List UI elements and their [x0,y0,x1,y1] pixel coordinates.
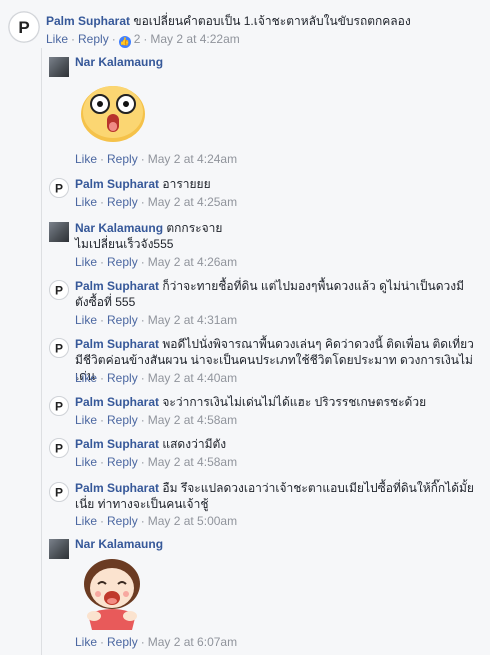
like-link[interactable]: Like [75,255,97,269]
timestamp[interactable]: May 2 at 4:31am [148,313,237,327]
svg-text:P: P [55,400,63,414]
svg-text:P: P [55,182,63,196]
reply-comment: Nar Kalamaung Like · Reply · May 2 at 6:07am [0,534,490,655]
nar-avatar-icon[interactable] [49,539,69,559]
comment-text: จะว่าการเงินไม่เด่นไม่ได้แฮะ ปริวรรชเกษต… [162,395,427,409]
svg-text:P: P [55,442,63,456]
comment-author[interactable]: Palm Supharat [75,437,159,451]
reply-comment: P Palm Supharat จะว่าการเงินไม่เด่นไม่ได… [0,390,490,430]
reply-link[interactable]: Reply [107,635,138,649]
svg-text:P: P [18,18,29,37]
palm-avatar-icon[interactable]: P [49,178,69,198]
comment-author[interactable]: Palm Supharat [75,481,159,495]
reply-comment: P Palm Supharat พอดีไปนั่งพิจารณาพื้นดวง… [0,332,490,386]
nar-avatar-icon[interactable] [49,222,69,242]
comment-text: อืม รึจะแปลดวงเอาว่าเจ้าชะตาแอบเมียไปซื้… [162,481,474,495]
timestamp[interactable]: May 2 at 4:40am [148,371,237,385]
timestamp[interactable]: May 2 at 4:24am [148,152,237,166]
timestamp[interactable]: May 2 at 4:25am [148,195,237,209]
comment-author[interactable]: Nar Kalamaung [75,221,163,235]
comment-author[interactable]: Nar Kalamaung [75,537,163,551]
laughing-girl-sticker [76,556,148,632]
timestamp[interactable]: May 2 at 4:22am [150,32,239,46]
like-link[interactable]: Like [46,32,68,46]
comment-text-line2: ตังซื้อที่ 555 [75,295,136,309]
like-link[interactable]: Like [75,313,97,327]
reply-link[interactable]: Reply [107,413,138,427]
palm-avatar-icon[interactable]: P [49,338,69,358]
comment-author[interactable]: Palm Supharat [75,395,159,409]
svg-text:P: P [55,342,63,356]
surprised-emoji-sticker [78,78,148,144]
comment-text-line2: เนี่ย ท่าทางจะเป็นคนเจ้าชู้ [75,497,209,511]
reply-link[interactable]: Reply [107,313,138,327]
palm-avatar-icon[interactable]: P [49,396,69,416]
comment-text: ขอเปลี่ยนคำตอบเป็น 1.เจ้าชะตาหลับในขับรถ… [133,14,411,28]
palm-avatar-icon[interactable]: P [49,280,69,300]
timestamp[interactable]: May 2 at 5:00am [148,514,237,528]
palm-avatar-icon[interactable]: P [49,438,69,458]
reply-comment: P Palm Supharat อารายยย Like · Reply · May 2… [0,172,490,212]
comment-text: แสดงว่ามีตัง [162,437,227,451]
reply-link[interactable]: Reply [107,255,138,269]
comment-text: อารายยย [162,177,211,191]
reply-link[interactable]: Reply [78,32,109,46]
reply-comment: Nar Kalamaung Like · Reply · May 2 at 4:24am [0,52,490,170]
like-link[interactable]: Like [75,371,97,385]
comment-author[interactable]: Palm Supharat [75,177,159,191]
comment-author[interactable]: Palm Supharat [46,14,130,28]
nar-avatar-icon[interactable] [49,57,69,77]
comment-top-level: P Palm Supharat ขอเปลี่ยนคำตอบเป็น 1.เจ้… [0,0,490,50]
like-link[interactable]: Like [75,514,97,528]
svg-text:P: P [55,486,63,500]
comment-author[interactable]: Palm Supharat [75,279,159,293]
reply-comment: P Palm Supharat อืม รึจะแปลดวงเอาว่าเจ้า… [0,476,490,530]
comment-text: พอดีไปนั่งพิจารณาพื้นดวงเล่นๆ คิดว่าดวงน… [162,337,474,351]
reply-comment: P Palm Supharat ก็ว่าจะทายชื้อที่ดิน แต่… [0,274,490,328]
like-link[interactable]: Like [75,455,97,469]
like-reaction-icon: 👍 [118,36,131,48]
svg-text:P: P [55,284,63,298]
like-link[interactable]: Like [75,195,97,209]
reply-link[interactable]: Reply [107,152,138,166]
comment-text-line2: ไมเปลี่ยนเร็วจัง555 [75,237,174,251]
palm-avatar-icon[interactable]: P [8,11,40,43]
comment-author[interactable]: Palm Supharat [75,337,159,351]
comment-author[interactable]: Nar Kalamaung [75,55,163,69]
reply-comment: Nar Kalamaung ตกกระจาย ไมเปลี่ยนเร็วจัง5… [0,216,490,270]
reply-link[interactable]: Reply [107,514,138,528]
comment-text: ก็ว่าจะทายชื้อที่ดิน แต่ไปมองๆพื้นดวงแล้… [162,279,465,293]
reply-link[interactable]: Reply [107,455,138,469]
like-link[interactable]: Like [75,152,97,166]
timestamp[interactable]: May 2 at 6:07am [148,635,237,649]
reply-comment: P Palm Supharat แสดงว่ามีตัง Like · Reply ·… [0,432,490,472]
timestamp[interactable]: May 2 at 4:26am [148,255,237,269]
reply-link[interactable]: Reply [107,371,138,385]
like-link[interactable]: Like [75,413,97,427]
timestamp[interactable]: May 2 at 4:58am [148,455,237,469]
palm-avatar-icon[interactable]: P [49,482,69,502]
reply-link[interactable]: Reply [107,195,138,209]
like-link[interactable]: Like [75,635,97,649]
timestamp[interactable]: May 2 at 4:58am [148,413,237,427]
comment-text: ตกกระจาย [166,221,223,235]
